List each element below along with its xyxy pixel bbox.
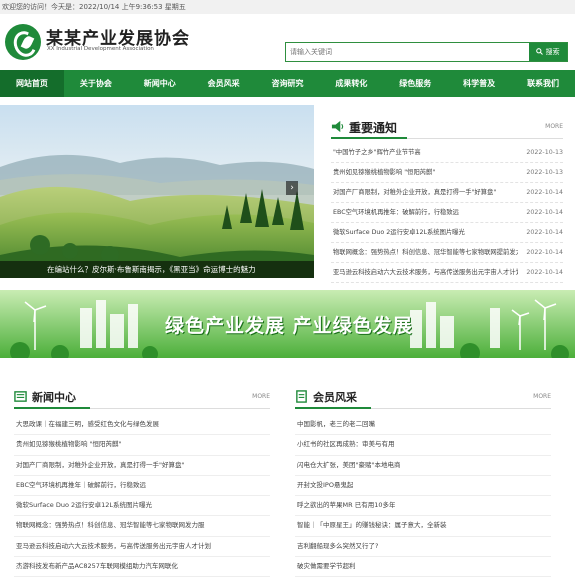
members-header: 会员风采 MORE	[295, 386, 551, 409]
list-item[interactable]: 呼之欲出的苹果MR 已有用10多年	[295, 496, 551, 517]
site-header: 某某产业发展协会 XX Industrial Development Assoc…	[0, 14, 575, 70]
list-item[interactable]: EBC空气环境机再推年｜破解前行，行稳致远	[14, 476, 270, 497]
list-item[interactable]: "中国竹子之乡"辉竹产业节节高 2022-10-13	[331, 143, 563, 163]
notice-more-link[interactable]: MORE	[545, 123, 563, 130]
news-item-title: 微软Surface Duo 2运行安卓12L系统图片曝光	[16, 501, 153, 510]
member-item-title: 中国影帆，老三的老二回嘴	[297, 420, 375, 428]
site-subtitle: XX Industrial Development Association	[47, 46, 154, 52]
notice-title: 重要通知	[349, 121, 398, 135]
search-button[interactable]: 搜索	[529, 43, 567, 61]
list-item[interactable]: 破灾做需要学节超利	[295, 557, 551, 578]
list-item[interactable]: 物联网概念：强势热点！科创信息、冠华智能等七家物联网发力服	[14, 516, 270, 537]
list-item[interactable]: 微软Surface Duo 2运行安卓12L系统图片曝光	[14, 496, 270, 517]
notice-item-date: 2022-10-14	[526, 269, 563, 276]
nav-news[interactable]: 新闻中心	[128, 70, 192, 97]
main-nav: 网站首页 关于协会 新闻中心 会员风采 咨询研究 成果转化 绿色服务 科学普及 …	[0, 70, 575, 97]
member-item-title: 开封文投IPO悬鬼起	[297, 480, 354, 489]
list-item[interactable]: 对国产厂商限制，对稚外企业开放，真是打得一手"好算盘" 2022-10-14	[331, 183, 563, 203]
nav-green-service[interactable]: 绿色服务	[383, 70, 447, 97]
notice-section: 重要通知 MORE "中国竹子之乡"辉竹产业节节高 2022-10-13 贵州如见…	[331, 116, 563, 283]
document-icon	[296, 390, 307, 403]
list-item[interactable]: 对国产厂商限制，对稚外企业开放，真是打得一手"好算盘"	[14, 456, 270, 476]
notice-header: 重要通知 MORE	[331, 116, 563, 139]
list-item[interactable]: 大思政课｜在福建三明，感受红色文化与绿色发展	[14, 415, 270, 436]
news-item-title: 大思政课｜在福建三明，感受红色文化与绿色发展	[16, 420, 159, 428]
members-title: 会员风采	[313, 391, 357, 404]
member-item-title: 呼之欲出的苹果MR 已有用10多年	[297, 501, 396, 510]
nav-contact[interactable]: 联系我们	[511, 70, 575, 97]
notice-item-date: 2022-10-14	[526, 249, 563, 256]
member-item-title: 破灾做需要学节超利	[297, 562, 356, 571]
newspaper-icon	[14, 391, 27, 402]
nav-results[interactable]: 成果转化	[319, 70, 383, 97]
news-item-title: 贵州如见猕猴桃植物影响 "恒阳芮麒"	[16, 440, 122, 449]
hero-slider[interactable]: 在编站什么？皮尔斯·布鲁斯南揭示，《黑亚当》命运博士的魅力 ›	[0, 105, 314, 278]
list-item[interactable]: 闪电仓大扩张，美团"豪赌"本地电商	[295, 456, 551, 476]
list-item[interactable]: 开封文投IPO悬鬼起	[295, 476, 551, 497]
notice-item-title: EBC空气环境机再推年：破解前行，行稳致远	[333, 209, 459, 216]
nav-science[interactable]: 科学普及	[447, 70, 511, 97]
nav-home[interactable]: 网站首页	[0, 70, 64, 97]
hero-landscape-image	[0, 105, 314, 278]
megaphone-icon	[331, 120, 344, 133]
slider-next-arrow-icon[interactable]: ›	[286, 181, 298, 195]
nav-consulting[interactable]: 咨询研究	[256, 70, 320, 97]
notice-item-date: 2022-10-13	[526, 149, 563, 156]
banner-slogan: 绿色产业发展 产业绿色发展	[165, 315, 413, 337]
news-header: 新闻中心 MORE	[14, 386, 270, 409]
search-box: 搜索	[285, 42, 568, 62]
notice-item-title: 亚马逊云科技启动六大云技术服务，与高传送服务出元宇宙人才计划	[333, 269, 518, 276]
notice-item-title: 对国产厂商限制，对稚外企业开放，真是打得一手"好算盘"	[333, 189, 497, 196]
notice-item-title: 贵州如见猕猴桃植物影响 "恒阳芮麒"	[333, 169, 436, 176]
welcome-text: 欢迎您的访问！今天是：2022/10/14 上午9:36:53 星期五	[2, 3, 186, 11]
news-title: 新闻中心	[32, 391, 76, 404]
slider-caption[interactable]: 在编站什么？皮尔斯·布鲁斯南揭示，《黑亚当》命运博士的魅力	[0, 261, 314, 278]
notice-item-title: "中国竹子之乡"辉竹产业节节高	[333, 149, 421, 156]
news-item-title: EBC空气环境机再推年｜破解前行，行稳致远	[16, 480, 146, 489]
association-logo-icon[interactable]	[5, 24, 41, 60]
list-item[interactable]: 贵州如见猕猴桃植物影响 "恒阳芮麒" 2022-10-13	[331, 163, 563, 183]
notice-item-date: 2022-10-13	[526, 169, 563, 176]
list-item[interactable]: 亚马逊云科技启动六大云技术服务，与高传送服务出元宇宙人才计划	[14, 537, 270, 558]
news-item-title: 杰游科技发布新产品AC8257车联网模组助力汽车网联化	[16, 562, 178, 571]
list-item[interactable]: 贵州如见猕猴桃植物影响 "恒阳芮麒"	[14, 435, 270, 456]
notice-item-title: 微软Surface Duo 2运行安卓12L系统图片曝光	[333, 229, 465, 236]
notice-item-date: 2022-10-14	[526, 209, 563, 216]
news-item-title: 物联网概念：强势热点！科创信息、冠华智能等七家物联网发力服	[16, 521, 205, 530]
member-item-title: 智能｜「中原星王」的赚钱秘诀：属子意大，全新装	[297, 521, 447, 530]
news-section: 新闻中心 MORE 大思政课｜在福建三明，感受红色文化与绿色发展 贵州如见猕猴桃…	[14, 386, 270, 579]
list-item[interactable]: 中国影帆，老三的老二回嘴	[295, 415, 551, 436]
members-section: 会员风采 MORE 中国影帆，老三的老二回嘴 小红书的社区再成熟：审美与有用 闪…	[295, 386, 551, 579]
top-welcome-bar: 欢迎您的访问！今天是：2022/10/14 上午9:36:53 星期五	[0, 0, 575, 14]
news-more-link[interactable]: MORE	[252, 393, 270, 400]
members-more-link[interactable]: MORE	[533, 393, 551, 400]
nav-members[interactable]: 会员风采	[192, 70, 256, 97]
list-item[interactable]: 吉利翻船现多么突然又行了?	[295, 537, 551, 558]
list-item[interactable]: EBC空气环境机再推年：破解前行，行稳致远 2022-10-14	[331, 203, 563, 223]
member-item-title: 闪电仓大扩张，美团"豪赌"本地电商	[297, 460, 401, 469]
search-button-label: 搜索	[545, 48, 560, 56]
news-item-title: 亚马逊云科技启动六大云技术服务，与高传送服务出元宇宙人才计划	[16, 541, 211, 550]
list-item[interactable]: 智能｜「中原星王」的赚钱秘诀：属子意大，全新装	[295, 516, 551, 537]
nav-about[interactable]: 关于协会	[64, 70, 128, 97]
notice-item-date: 2022-10-14	[526, 229, 563, 236]
list-item[interactable]: 小红书的社区再成熟：审美与有用	[295, 435, 551, 456]
search-icon	[536, 48, 544, 55]
member-item-title: 小红书的社区再成熟：审美与有用	[297, 440, 395, 449]
notice-item-title: 物联网概念：强势热点！科创信息、冠华智能等七家物联网提前发力	[333, 249, 518, 256]
notice-item-date: 2022-10-14	[526, 189, 563, 196]
search-input[interactable]	[286, 43, 534, 61]
list-item[interactable]: 亚马逊云科技启动六大云技术服务，与高传送服务出元宇宙人才计划 2022-10-14	[331, 263, 563, 283]
list-item[interactable]: 杰游科技发布新产品AC8257车联网模组助力汽车网联化	[14, 557, 270, 578]
green-industry-banner[interactable]: 绿色产业发展 产业绿色发展	[0, 290, 575, 358]
member-item-title: 吉利翻船现多么突然又行了?	[297, 541, 379, 550]
news-item-title: 对国产厂商限制，对稚外企业开放，真是打得一手"好算盘"	[16, 460, 185, 469]
list-item[interactable]: 微软Surface Duo 2运行安卓12L系统图片曝光 2022-10-14	[331, 223, 563, 243]
list-item[interactable]: 物联网概念：强势热点！科创信息、冠华智能等七家物联网提前发力 2022-10-14	[331, 243, 563, 263]
